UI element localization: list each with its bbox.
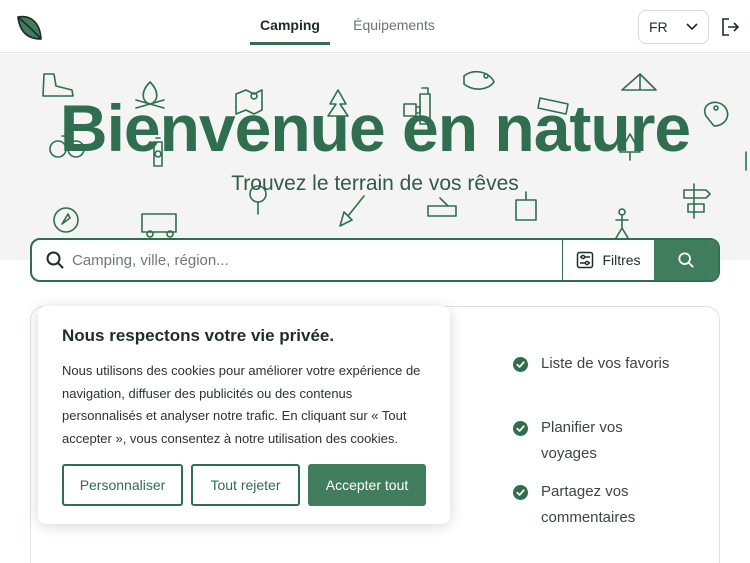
feature-text: Partagez vos (541, 483, 629, 500)
shovel-icon (339, 195, 365, 227)
accept-all-button[interactable]: Accepter tout (308, 464, 426, 506)
feature-text: Liste de vos favoris (541, 355, 670, 372)
feature-text: Planifier vos (541, 419, 623, 436)
feature-item-plan: Planifier vos voyages (513, 415, 623, 467)
lighter-icon (515, 191, 537, 221)
logout-icon[interactable] (720, 17, 740, 37)
search-icon (46, 251, 64, 269)
chevron-down-icon (686, 23, 698, 31)
leaf-logo-icon[interactable] (14, 12, 44, 42)
tab-camping[interactable]: Camping (250, 17, 330, 45)
compass-icon (53, 207, 79, 233)
cookie-text-line: navigation, diffuser des publicités ou d… (62, 385, 353, 401)
check-circle-icon (513, 421, 528, 436)
hiker-icon (615, 208, 629, 239)
feature-text: voyages (541, 445, 597, 462)
search-submit-button[interactable] (654, 240, 718, 280)
camper-van-icon (141, 213, 177, 238)
check-circle-icon (513, 485, 528, 500)
tent-icon (621, 73, 657, 91)
cookie-consent-dialog: Nous respectons votre vie privée. Nous u… (38, 306, 450, 524)
search-input[interactable] (72, 251, 512, 269)
filter-sliders-icon (577, 251, 594, 269)
feature-item-favorites: Liste de vos favoris (513, 351, 669, 377)
cookie-actions: Personnaliser Tout rejeter Accepter tout (62, 464, 426, 506)
feature-item-reviews: Partagez vos commentaires (513, 479, 635, 531)
reject-all-button[interactable]: Tout rejeter (191, 464, 300, 506)
hero-banner: Bienvenue en nature Trouvez le terrain d… (0, 54, 750, 260)
cookie-title: Nous respectons votre vie privée. (62, 326, 335, 345)
tab-equipements[interactable]: Équipements (350, 17, 438, 33)
feature-text: commentaires (541, 509, 636, 526)
cookie-text-line: personnalisés et analyser notre trafic. … (62, 408, 407, 423)
filters-button[interactable]: Filtres (562, 240, 654, 280)
hero-title: Bienvenue en nature (59, 91, 691, 165)
language-select[interactable]: FR (638, 10, 709, 44)
filters-label: Filtres (602, 252, 641, 268)
customize-button[interactable]: Personnaliser (62, 464, 183, 506)
search-icon (678, 252, 694, 268)
hero-subtitle: Trouvez le terrain de vos rêves (231, 172, 519, 195)
cookie-text-line: accepter », vous consentez à notre utili… (62, 430, 399, 446)
search-bar: Filtres (30, 238, 720, 282)
check-circle-icon (513, 357, 528, 372)
frog-icon (463, 70, 495, 90)
knife-icon (427, 197, 457, 217)
language-value: FR (649, 19, 668, 35)
cookie-description: Nous utilisons des cookies pour améliore… (62, 360, 426, 450)
top-header: Camping Équipements FR (0, 0, 750, 53)
cookie-text-line: Nous utilisons des cookies pour améliore… (62, 363, 421, 378)
search-field-wrap (32, 240, 562, 280)
